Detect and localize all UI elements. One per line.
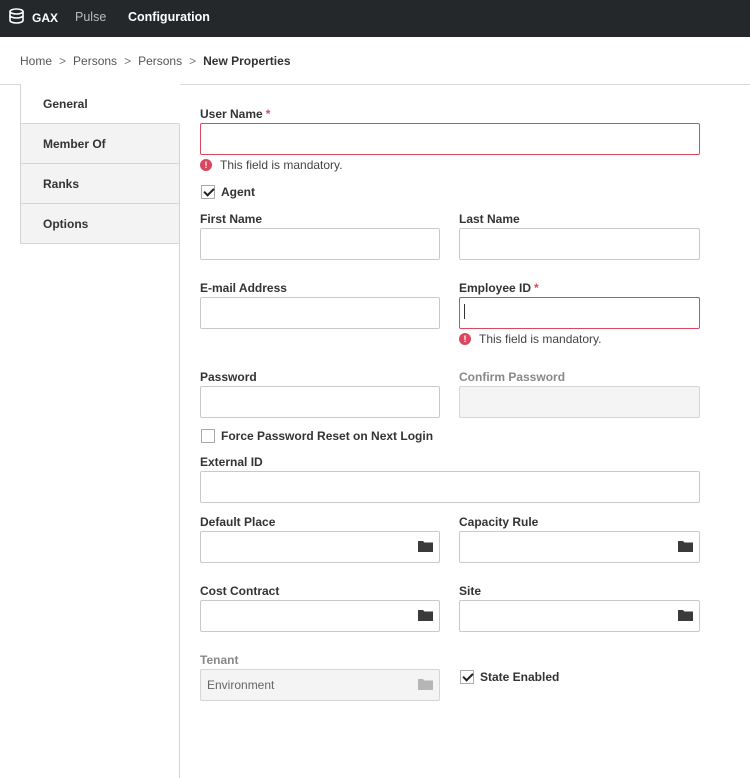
- folder-icon[interactable]: [678, 540, 693, 552]
- breadcrumb-persons-folder[interactable]: Persons: [138, 54, 182, 68]
- capacity-rule-input[interactable]: [459, 531, 700, 563]
- breadcrumb-persons[interactable]: Persons: [73, 54, 117, 68]
- tenant-label: Tenant: [200, 653, 239, 667]
- breadcrumb-separator: >: [189, 54, 197, 68]
- nav-configuration[interactable]: Configuration: [128, 10, 210, 24]
- last-name-input[interactable]: [459, 228, 700, 260]
- brand-name: GAX: [32, 11, 59, 25]
- tab-general[interactable]: General: [20, 84, 180, 124]
- cost-contract-input[interactable]: [200, 600, 440, 632]
- error-icon: !: [459, 333, 471, 345]
- last-name-label: Last Name: [459, 212, 520, 226]
- employee-id-label: Employee ID *: [459, 281, 539, 295]
- required-mark: *: [534, 281, 539, 295]
- confirm-password-input: [459, 386, 700, 418]
- text-cursor: [464, 304, 465, 319]
- breadcrumb-separator: >: [124, 54, 132, 68]
- tab-options[interactable]: Options: [20, 204, 180, 244]
- folder-icon[interactable]: [418, 540, 433, 552]
- folder-icon[interactable]: [418, 609, 433, 621]
- error-icon: !: [200, 159, 212, 171]
- capacity-rule-label: Capacity Rule: [459, 515, 539, 529]
- default-place-label: Default Place: [200, 515, 276, 529]
- user-name-error: ! This field is mandatory.: [200, 158, 343, 172]
- top-bar: GAX Pulse Configuration: [0, 0, 750, 37]
- password-label: Password: [200, 370, 257, 384]
- breadcrumb-separator: >: [59, 54, 67, 68]
- default-place-input[interactable]: [200, 531, 440, 563]
- site-input[interactable]: [459, 600, 700, 632]
- employee-id-error: ! This field is mandatory.: [459, 332, 602, 346]
- database-icon: [8, 8, 25, 28]
- user-name-label: User Name *: [200, 107, 271, 121]
- confirm-password-label: Confirm Password: [459, 370, 566, 384]
- external-id-input[interactable]: [200, 471, 700, 503]
- tab-ranks[interactable]: Ranks: [20, 164, 180, 204]
- user-name-input[interactable]: [200, 123, 700, 155]
- tab-member-of[interactable]: Member Of: [20, 124, 180, 164]
- breadcrumb: Home > Persons > Persons > New Propertie…: [20, 54, 291, 68]
- first-name-label: First Name: [200, 212, 263, 226]
- employee-id-input[interactable]: [459, 297, 700, 329]
- checkbox-checked-icon: [201, 185, 215, 199]
- email-label: E-mail Address: [200, 281, 287, 295]
- site-label: Site: [459, 584, 482, 598]
- external-id-label: External ID: [200, 455, 263, 469]
- breadcrumb-current: New Properties: [203, 54, 291, 68]
- required-mark: *: [265, 107, 271, 121]
- tenant-input: [200, 669, 440, 701]
- email-input[interactable]: [200, 297, 440, 329]
- state-enabled-checkbox[interactable]: State Enabled: [460, 670, 559, 684]
- force-password-reset-checkbox[interactable]: Force Password Reset on Next Login: [201, 429, 433, 443]
- content-divider: [179, 242, 180, 778]
- checkbox-unchecked-icon: [201, 429, 215, 443]
- first-name-input[interactable]: [200, 228, 440, 260]
- folder-icon: [418, 679, 433, 690]
- checkbox-checked-icon: [460, 670, 474, 684]
- nav-pulse[interactable]: Pulse: [75, 10, 106, 24]
- cost-contract-label: Cost Contract: [200, 584, 280, 598]
- brand[interactable]: GAX: [8, 8, 59, 28]
- password-input[interactable]: [200, 386, 440, 418]
- side-tabs: General Member Of Ranks Options: [20, 84, 180, 244]
- breadcrumb-home[interactable]: Home: [20, 54, 52, 68]
- folder-icon[interactable]: [678, 609, 693, 621]
- agent-checkbox[interactable]: Agent: [201, 185, 255, 199]
